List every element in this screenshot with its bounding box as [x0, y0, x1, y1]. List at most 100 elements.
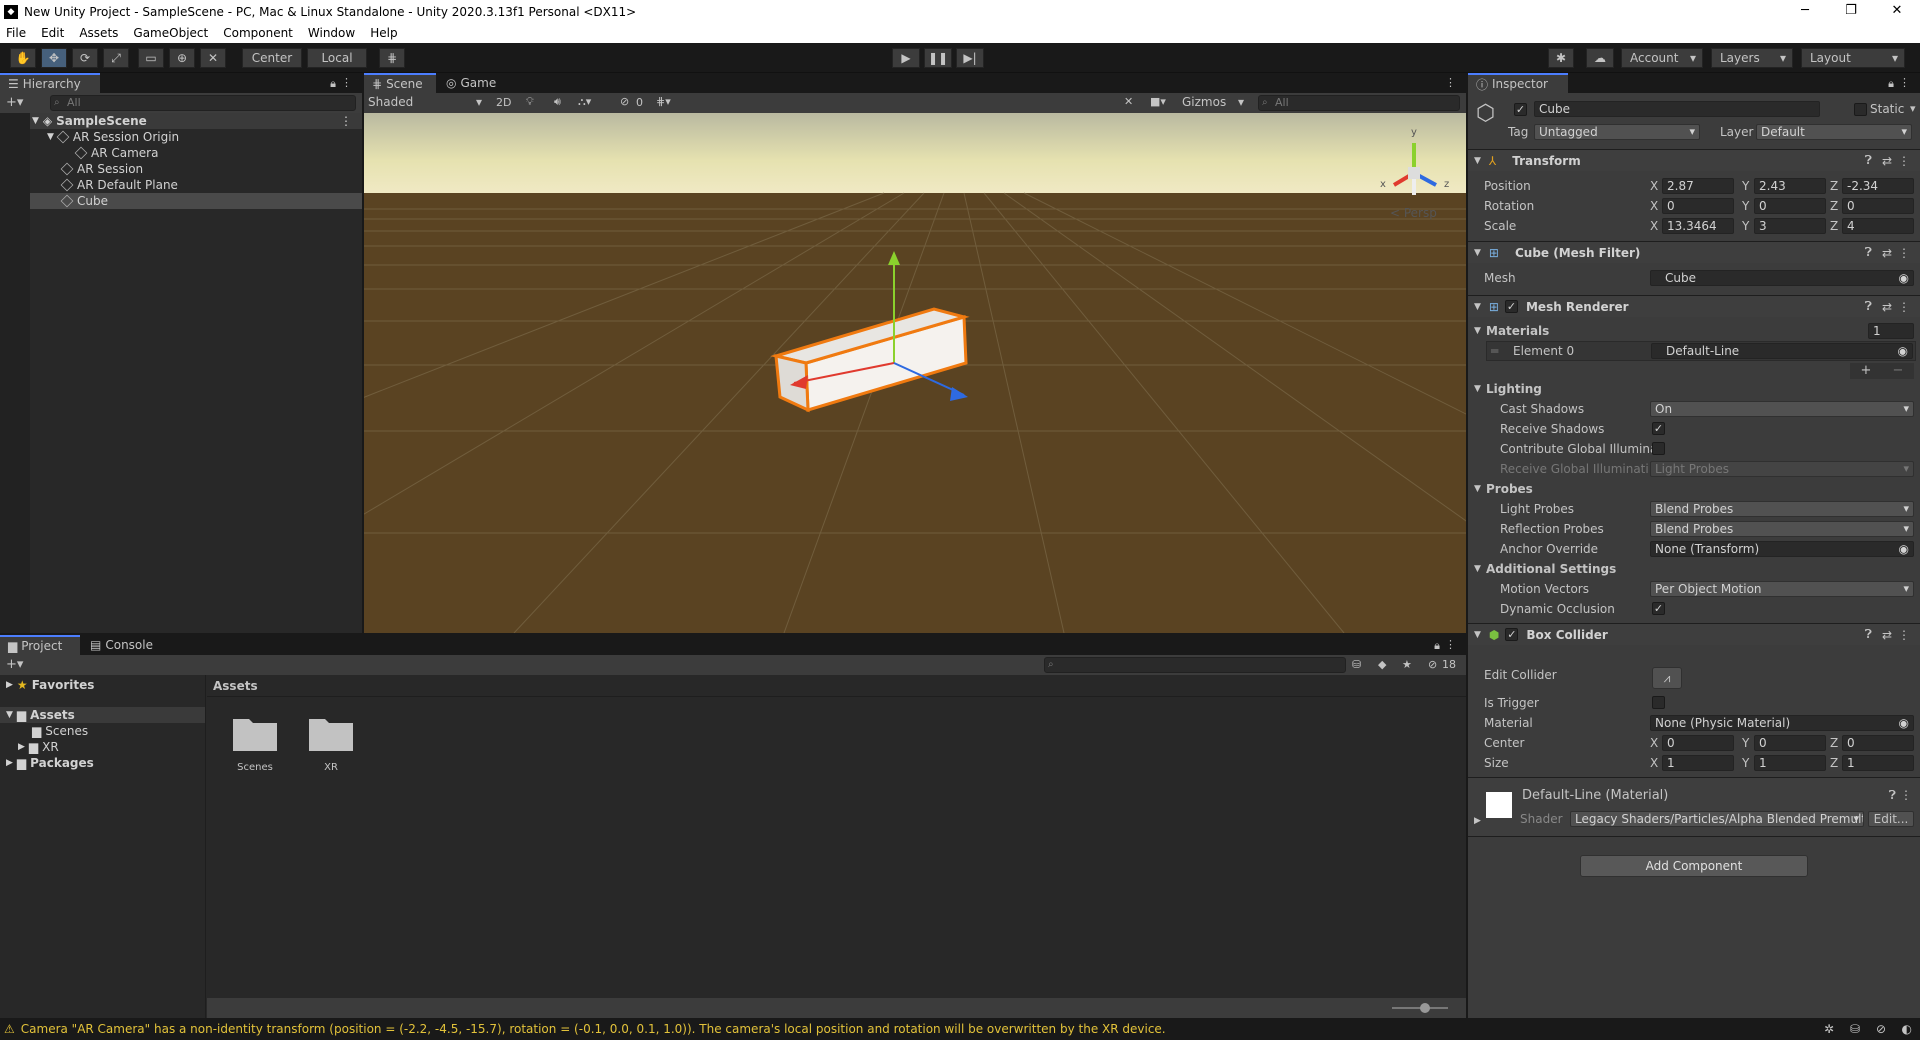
scale-tool-icon[interactable]: ⤢ [103, 48, 129, 68]
preset-icon[interactable]: ⇄ [1882, 154, 1892, 168]
filter-label-icon[interactable]: ◆ [1378, 658, 1386, 671]
list-item[interactable]: AR Camera [0, 145, 362, 161]
receive-shadows-checkbox[interactable]: ✓ [1652, 422, 1665, 435]
light-probes-dropdown[interactable]: Blend Probes [1650, 501, 1914, 517]
object-picker-icon[interactable]: ◉ [1899, 716, 1909, 730]
layout-dropdown[interactable]: Layout ▾ [1801, 48, 1905, 68]
menu-gameobject[interactable]: GameObject [133, 26, 208, 40]
enabled-checkbox[interactable]: ✓ [1504, 300, 1518, 313]
pivot-space-button[interactable]: Local [307, 48, 367, 68]
collab-icon[interactable]: ✱ [1548, 48, 1574, 68]
is-trigger-checkbox[interactable] [1652, 696, 1665, 709]
expand-arrow-icon[interactable]: ▼ [1474, 326, 1481, 336]
asset-folder-scenes[interactable]: Scenes [230, 713, 280, 773]
pivot-center-button[interactable]: Center [242, 48, 302, 68]
asset-folder-xr[interactable]: XR [306, 713, 356, 773]
tree-item-packages[interactable]: ▶ ▆ Packages [0, 755, 205, 771]
shading-mode-dropdown[interactable]: Shaded ▾ [368, 95, 486, 111]
tree-item-favorites[interactable]: ▶ ★ Favorites [0, 677, 205, 693]
size-z-field[interactable]: 1 [1842, 755, 1914, 771]
more-icon[interactable]: ⋮ [1898, 628, 1910, 642]
scale-y-field[interactable]: 3 [1754, 218, 1826, 234]
menu-edit[interactable]: Edit [41, 26, 64, 40]
component-header-mesh-filter[interactable]: ▼ ⊞ Cube (Mesh Filter) ❓︎ ⇄ ⋮ [1468, 241, 1920, 263]
expand-arrow-icon[interactable]: ▼ [1474, 564, 1481, 574]
add-component-button[interactable]: Add Component [1580, 855, 1808, 877]
tab-console[interactable]: ▤ Console [82, 635, 172, 655]
menu-window[interactable]: Window [308, 26, 355, 40]
lock-icon[interactable]: 🔒︎ [1888, 77, 1894, 91]
more-icon[interactable]: ⋮ [1898, 300, 1910, 314]
position-z-field[interactable]: -2.34 [1842, 178, 1914, 194]
add-icon[interactable]: +▾ [6, 95, 23, 110]
component-header-box-collider[interactable]: ▼ ⬢ ✓ Box Collider ❓︎ ⇄ ⋮ [1468, 623, 1920, 645]
rotation-z-field[interactable]: 0 [1842, 198, 1914, 214]
menu-component[interactable]: Component [223, 26, 293, 40]
rotate-tool-icon[interactable]: ⟳ [72, 48, 98, 68]
hierarchy-search-input[interactable]: ⌕ All [50, 95, 356, 111]
edit-collider-button[interactable]: ⩘ [1652, 667, 1682, 689]
expand-arrow-icon[interactable]: ▶ [1474, 816, 1481, 826]
audio-icon[interactable]: 🔊︎ [554, 95, 561, 109]
pause-button[interactable]: ❚❚ [924, 48, 952, 68]
more-icon[interactable]: ⋮ [341, 76, 352, 89]
tree-item-xr[interactable]: ▶ ▆ XR [0, 739, 205, 755]
more-icon[interactable]: ⋮ [1445, 76, 1456, 89]
lighting-status-icon[interactable]: ◐ [1902, 1022, 1912, 1036]
more-icon[interactable]: ⋮ [340, 114, 352, 128]
cache-icon[interactable]: ⛁ [1850, 1022, 1860, 1036]
tree-item-scenes[interactable]: ▆ Scenes [0, 723, 205, 739]
materials-count-field[interactable]: 1 [1868, 323, 1914, 339]
cast-shadows-dropdown[interactable]: On [1650, 401, 1914, 417]
help-icon[interactable]: ❓︎ [1865, 627, 1872, 642]
lighting-icon[interactable]: 💡︎ [526, 95, 534, 109]
rotation-y-field[interactable]: 0 [1754, 198, 1826, 214]
expand-arrow-icon[interactable]: ▼ [1474, 484, 1481, 494]
collider-material-field[interactable]: None (Physic Material) ◉ [1650, 715, 1914, 731]
list-item[interactable]: AR Session [0, 161, 362, 177]
object-picker-icon[interactable]: ◉ [1898, 344, 1908, 358]
move-tool-icon[interactable]: ✥ [41, 48, 67, 68]
rect-tool-icon[interactable]: ▭ [138, 48, 164, 68]
position-y-field[interactable]: 2.43 [1754, 178, 1826, 194]
status-bar[interactable]: ⚠ Camera "AR Camera" has a non-identity … [0, 1018, 1920, 1040]
more-icon[interactable]: ⋮ [1898, 246, 1910, 260]
lock-icon[interactable]: 🔒︎ [330, 77, 336, 91]
toggle-2d-button[interactable]: 2D [496, 96, 511, 109]
lock-icon[interactable]: 🔒︎ [1434, 639, 1440, 653]
more-icon[interactable]: ⋮ [1898, 154, 1910, 168]
list-item-selected[interactable]: Cube [0, 193, 362, 209]
list-item[interactable]: AR Default Plane [0, 177, 362, 193]
help-icon[interactable]: ❓︎ [1865, 299, 1872, 314]
grid-snap-icon[interactable]: ⋕ [379, 48, 405, 68]
bug-icon[interactable]: ✲ [1824, 1022, 1834, 1036]
hidden-objects-icon[interactable]: ⊘ [620, 95, 629, 108]
add-icon[interactable]: +▾ [6, 657, 23, 672]
scale-x-field[interactable]: 13.3464 [1662, 218, 1734, 234]
camera-icon[interactable]: ■▾ [1150, 95, 1166, 108]
scene-viewport[interactable]: y x z < Persp [364, 113, 1466, 633]
scene-search-input[interactable]: ⌕ All [1258, 95, 1460, 111]
center-x-field[interactable]: 0 [1662, 735, 1734, 751]
cloud-icon[interactable]: ☁ [1586, 48, 1614, 68]
material-field[interactable]: Default-Line ◉ [1651, 343, 1913, 359]
more-icon[interactable]: ⋮ [1445, 638, 1456, 651]
tag-dropdown[interactable]: Untagged [1534, 124, 1700, 140]
enabled-checkbox[interactable]: ✓ [1505, 628, 1519, 641]
play-button[interactable]: ▶ [892, 48, 920, 68]
custom-tool-icon[interactable]: ✕ [200, 48, 226, 68]
remove-element-button[interactable]: − [1893, 363, 1904, 379]
help-icon[interactable]: ❓︎ [1889, 788, 1896, 803]
shader-edit-button[interactable]: Edit... [1868, 811, 1914, 827]
tab-project[interactable]: ▆ Project [0, 635, 80, 655]
expand-arrow-icon[interactable]: ▼ [1474, 384, 1481, 394]
object-picker-icon[interactable]: ◉ [1899, 271, 1909, 285]
step-button[interactable]: ▶| [956, 48, 984, 68]
tab-game[interactable]: ◎ Game [438, 73, 510, 93]
static-checkbox[interactable] [1854, 103, 1867, 116]
drag-handle-icon[interactable]: ═ [1491, 344, 1498, 358]
center-z-field[interactable]: 0 [1842, 735, 1914, 751]
preset-icon[interactable]: ⇄ [1882, 300, 1892, 314]
tree-item-assets[interactable]: ▼ ▆ Assets [0, 707, 205, 723]
layer-dropdown[interactable]: Default [1756, 124, 1912, 140]
